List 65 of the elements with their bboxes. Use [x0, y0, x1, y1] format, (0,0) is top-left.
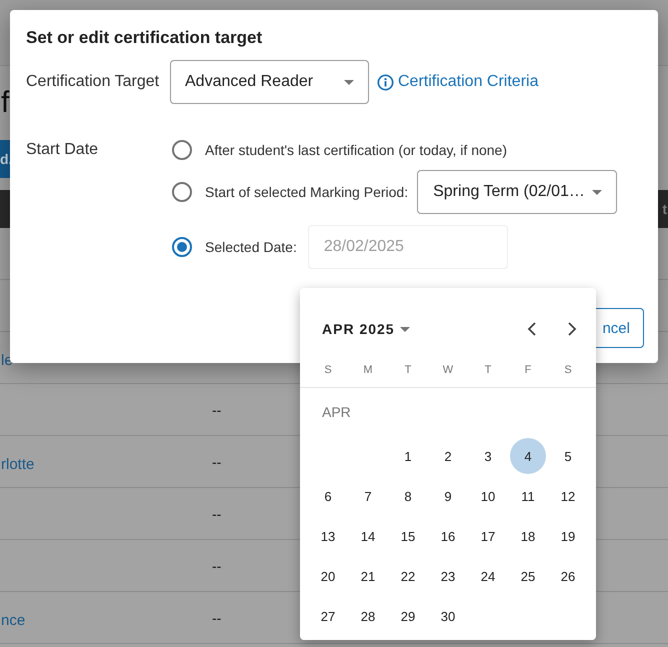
caret-icon: [400, 326, 410, 332]
day-button[interactable]: 26: [550, 558, 586, 594]
radio-button[interactable]: [172, 140, 192, 160]
period-select[interactable]: Spring Term (02/01…: [417, 170, 618, 214]
day-button[interactable]: 21: [350, 558, 386, 594]
table-cell: --: [212, 402, 222, 418]
dialog-title: Set or edit certification target: [26, 28, 264, 48]
day-button[interactable]: 16: [430, 518, 466, 554]
option-label: Start of selected Marking Period:: [205, 184, 408, 200]
field-label: Certification Target: [26, 73, 160, 91]
day-button[interactable]: 1: [390, 438, 426, 474]
next-month-icon[interactable]: [567, 322, 577, 336]
day-button[interactable]: 10: [470, 478, 506, 514]
day-button[interactable]: 8: [390, 478, 426, 514]
day-button[interactable]: 12: [550, 478, 586, 514]
month-selector[interactable]: APR 2025: [322, 321, 410, 337]
criteria-link[interactable]: Certification Criteria: [377, 73, 538, 91]
weekday-label: W: [442, 363, 454, 378]
day-button[interactable]: 29: [390, 598, 426, 634]
day-button[interactable]: 4: [510, 438, 546, 474]
table-cell: --: [212, 454, 222, 470]
target-select[interactable]: Advanced Reader: [170, 60, 369, 104]
caret-icon: [344, 80, 354, 84]
day-button[interactable]: 6: [310, 478, 346, 514]
page-heading: f: [1, 86, 10, 120]
weekday-label: T: [404, 363, 412, 378]
day-button[interactable]: 20: [310, 558, 346, 594]
radio-button[interactable]: [172, 237, 192, 257]
day-button[interactable]: 22: [390, 558, 426, 594]
day-button[interactable]: 11: [510, 478, 546, 514]
day-button[interactable]: 28: [350, 598, 386, 634]
radio-button[interactable]: [172, 182, 192, 202]
day-button[interactable]: 9: [430, 478, 466, 514]
day-button[interactable]: 30: [430, 598, 466, 634]
day-button[interactable]: 19: [550, 518, 586, 554]
weekday-label: M: [362, 363, 374, 378]
weekday-label: F: [524, 363, 532, 378]
weekday-label: S: [323, 363, 333, 378]
column-header: t: [662, 201, 667, 217]
date-field[interactable]: 28/02/2025: [308, 225, 508, 269]
option-label: After student's last certification (or today, if none): [205, 142, 507, 158]
day-button[interactable]: 7: [350, 478, 386, 514]
day-button[interactable]: 18: [510, 518, 546, 554]
weekday-label: T: [484, 363, 492, 378]
table-cell: --: [212, 558, 222, 574]
day-button[interactable]: 2: [430, 438, 466, 474]
table-cell: --: [212, 506, 222, 522]
day-button[interactable]: 25: [510, 558, 546, 594]
day-button[interactable]: 3: [470, 438, 506, 474]
info-icon: [377, 74, 394, 90]
day-button[interactable]: 5: [550, 438, 586, 474]
day-button[interactable]: 27: [310, 598, 346, 634]
day-button[interactable]: 17: [470, 518, 506, 554]
field-label: Start Date: [26, 140, 100, 160]
month-label: APR: [321, 404, 352, 422]
day-button[interactable]: 13: [310, 518, 346, 554]
day-button[interactable]: 24: [470, 558, 506, 594]
day-button[interactable]: 23: [430, 558, 466, 594]
option-label: Selected Date:: [205, 239, 297, 255]
previous-month-icon[interactable]: [527, 322, 537, 336]
table-cell: --: [212, 610, 222, 626]
day-button[interactable]: 14: [350, 518, 386, 554]
caret-icon: [592, 190, 602, 194]
day-button[interactable]: 15: [390, 518, 426, 554]
weekday-label: S: [563, 363, 573, 378]
